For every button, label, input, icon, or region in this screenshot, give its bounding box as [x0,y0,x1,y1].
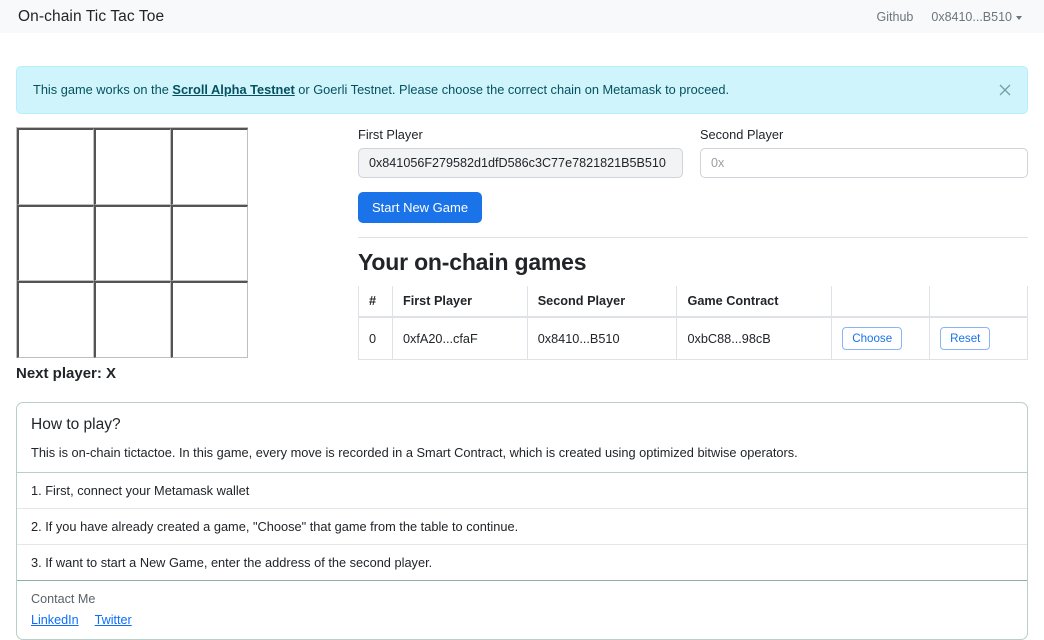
board-cell-0[interactable] [17,128,94,205]
first-player-group: First Player [358,127,686,178]
board-cell-8[interactable] [171,281,248,358]
start-new-game-button[interactable]: Start New Game [358,192,482,223]
cell-second-player: 0x8410...B510 [527,317,677,360]
col-header-index: # [359,286,393,317]
table-row: 0 0xfA20...cfaF 0x8410...B510 0xbC88...9… [359,317,1028,360]
game-controls-column: First Player Second Player Start New Gam… [356,127,1028,360]
next-player-status: Next player: X [16,365,356,382]
wallet-address-label: 0x8410...B510 [931,10,1012,24]
table-header-row: # First Player Second Player Game Contra… [359,286,1028,317]
games-section-title: Your on-chain games [358,249,1028,276]
contact-label: Contact Me [31,592,1013,606]
how-to-play-steps: 1. First, connect your Metamask wallet 2… [17,472,1027,580]
navbar: On-chain Tic Tac Toe Github 0x8410...B51… [0,0,1044,33]
board-cell-5[interactable] [171,205,248,282]
board-cell-2[interactable] [171,128,248,205]
how-to-play-header: How to play? This is on-chain tictactoe.… [17,403,1027,473]
list-item: 3. If want to start a New Game, enter th… [17,545,1027,580]
scroll-alpha-testnet-link[interactable]: Scroll Alpha Testnet [172,82,294,97]
list-item: 1. First, connect your Metamask wallet [17,473,1027,509]
first-player-input[interactable] [358,148,683,178]
board-cell-6[interactable] [17,281,94,358]
col-header-choose [832,286,930,317]
cell-reset-action: Reset [930,317,1028,360]
games-table-head: # First Player Second Player Game Contra… [359,286,1028,317]
how-to-play-card: How to play? This is on-chain tictactoe.… [16,402,1028,640]
games-table-body: 0 0xfA20...cfaF 0x8410...B510 0xbC88...9… [359,317,1028,360]
board-row [17,205,248,282]
network-alert: This game works on the Scroll Alpha Test… [16,66,1028,114]
first-player-label: First Player [358,127,686,142]
alert-text-after: or Goerli Testnet. Please choose the cor… [295,82,729,97]
chevron-down-icon [1016,16,1022,20]
col-header-game-contract: Game Contract [677,286,832,317]
navbar-brand[interactable]: On-chain Tic Tac Toe [18,8,164,26]
how-to-play-subtitle: This is on-chain tictactoe. In this game… [31,444,1013,462]
board-cell-3[interactable] [17,205,94,282]
page-container: This game works on the Scroll Alpha Test… [0,66,1044,640]
wallet-dropdown[interactable]: 0x8410...B510 [931,10,1022,24]
list-item: 2. If you have already created a game, "… [17,509,1027,545]
cell-choose-action: Choose [832,317,930,360]
second-player-label: Second Player [700,127,1028,142]
section-divider [358,237,1028,238]
close-icon[interactable] [997,82,1013,98]
choose-button[interactable]: Choose [842,327,902,350]
board-cell-1[interactable] [94,128,171,205]
board-row [17,281,248,358]
twitter-link[interactable]: Twitter [95,613,132,627]
col-header-reset [930,286,1028,317]
games-table: # First Player Second Player Game Contra… [358,286,1028,360]
second-player-input[interactable] [700,148,1028,178]
main-row: Next player: X First Player Second Playe… [16,127,1028,382]
how-to-play-title: How to play? [31,416,1013,434]
second-player-group: Second Player [700,127,1028,178]
reset-button[interactable]: Reset [940,327,990,350]
col-header-first-player: First Player [392,286,527,317]
cell-first-player: 0xfA20...cfaF [392,317,527,360]
board-cell-7[interactable] [94,281,171,358]
contact-section: Contact Me LinkedIn Twitter [17,580,1027,639]
navbar-right-group: Github 0x8410...B510 [877,10,1026,24]
cell-game-contract: 0xbC88...98cB [677,317,832,360]
alert-text-before: This game works on the [33,82,172,97]
board-cell-4[interactable] [94,205,171,282]
board-row [17,128,248,205]
col-header-second-player: Second Player [527,286,677,317]
cell-index: 0 [359,317,393,360]
board-column: Next player: X [16,127,356,382]
player-form: First Player Second Player [358,127,1028,178]
linkedin-link[interactable]: LinkedIn [31,613,79,627]
contact-links: LinkedIn Twitter [31,613,1013,627]
github-link[interactable]: Github [877,10,914,24]
network-alert-text: This game works on the Scroll Alpha Test… [33,81,729,99]
tic-tac-toe-board [16,127,248,358]
